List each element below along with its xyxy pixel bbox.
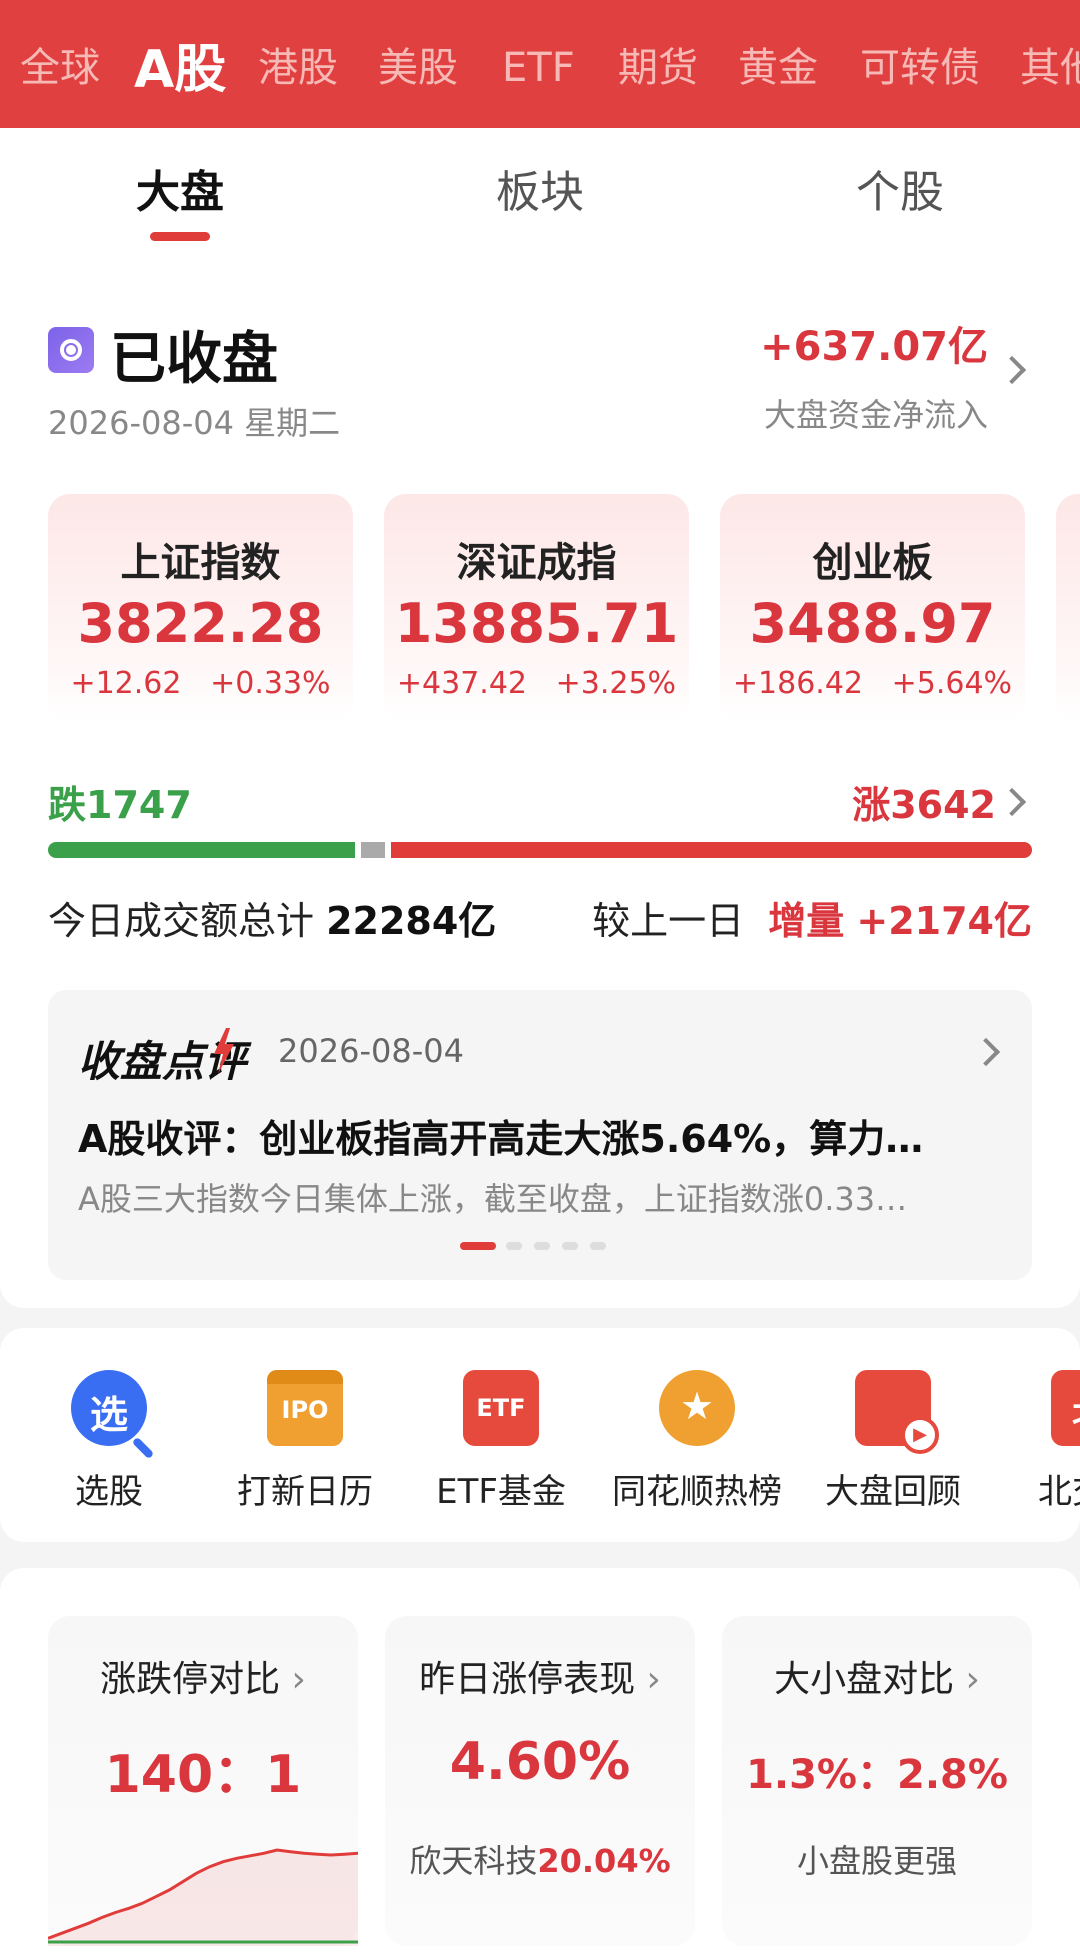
shortcut-market-replay[interactable]: ▶ 大盘回顾 [798,1370,988,1513]
carousel-dot[interactable] [590,1242,606,1250]
index-card-shanghai[interactable]: 上证指数 3822.28 +12.62 +0.33% [48,494,353,724]
advance-decline-bar [48,842,1032,858]
stat-value: 4.60% [449,1732,631,1792]
index-name: 上证指数 [120,540,281,586]
shortcut-bse[interactable]: 北 北交所 [994,1370,1080,1513]
index-value: 3488.97 [749,592,996,655]
market-status-title: 已收盘 [110,327,278,392]
index-name: 深证成指 [456,540,617,586]
shortcut-label: 同花顺热榜 [612,1472,782,1512]
limit-up-chart [48,1848,358,1946]
index-value: 3822.28 [77,592,324,655]
search-stock-icon: 选 [71,1370,155,1460]
stat-title: 大小盘对比 › [774,1659,980,1700]
advance-segment [391,842,1032,858]
review-summary: A股三大指数今日集体上涨，截至收盘，上证指数涨0.33… [78,1180,908,1218]
index-change: +437.42 +3.25% [396,666,677,701]
tab-convertible-bond[interactable]: 可转债 [860,0,980,128]
turnover-compare: 较上一日 增量 +2174亿 [592,899,1032,943]
shortcut-ipo-calendar[interactable]: IPO 打新日历 [210,1370,400,1513]
medal-icon: ★ [659,1370,735,1446]
stat-title: 涨跌停对比 › [100,1659,306,1700]
chevron-right-icon[interactable] [971,1037,1001,1067]
large-small-cap-compare[interactable]: 大小盘对比 › 1.3%：2.8% 小盘股更强 [722,1616,1032,1946]
net-inflow-label: 大盘资金净流入 [763,396,988,434]
shortcut-etf-fund[interactable]: ETF ETF基金 [406,1370,596,1513]
index-card-shenzhen[interactable]: 深证成指 13885.71 +437.42 +3.25% [384,494,689,724]
net-inflow-value[interactable]: +637.07亿 [760,314,988,372]
shortcut-label: 打新日历 [237,1472,373,1512]
stat-value: 140：1 [104,1745,302,1805]
carousel-dot[interactable] [534,1242,550,1250]
closing-review-card[interactable]: 收盘点评 2026-08-04 A股收评：创业板指高开高走大涨5.64%，算力…… [48,990,1032,1280]
advancers-count[interactable]: 涨3642 [852,774,996,829]
market-date: 2026-08-04 星期二 [48,404,341,442]
shortcut-label: ETF基金 [436,1472,566,1512]
tab-sector[interactable]: 板块 [440,156,640,220]
chevron-right-icon[interactable] [997,787,1027,817]
review-headline[interactable]: A股收评：创业板指高开高走大涨5.64%，算力… [78,1108,998,1163]
carousel-dot[interactable] [562,1242,578,1250]
market-closed-icon [48,327,94,373]
stat-subtitle: 小盘股更强 [796,1842,957,1880]
tab-market[interactable]: 大盘 [80,156,280,220]
index-card-chinext[interactable]: 创业板 3488.97 +186.42 +5.64% [720,494,1025,724]
etf-icon: ETF [463,1370,539,1446]
tab-etf[interactable]: ETF [502,0,575,128]
carousel-dot[interactable] [460,1242,496,1250]
tab-gold[interactable]: 黄金 [738,0,818,128]
market-stats-card: 涨跌停对比 › 140：1 昨日涨停表现 › 4.60% 欣天科技20.04% … [0,1568,1080,1953]
limit-up-down-compare[interactable]: 涨跌停对比 › 140：1 [48,1616,358,1946]
active-tab-indicator [150,232,210,241]
review-date: 2026-08-04 [278,1032,464,1070]
flat-segment [361,842,385,858]
shortcut-stock-picker[interactable]: 选 选股 [14,1370,204,1513]
shortcut-label: 大盘回顾 [825,1472,961,1512]
bse-icon: 北 [1051,1370,1080,1446]
yesterday-limit-up-performance[interactable]: 昨日涨停表现 › 4.60% 欣天科技20.04% [385,1616,695,1946]
decline-segment [48,842,355,858]
shortcut-label: 北交所 [1038,1472,1080,1512]
turnover-total: 今日成交额总计 22284亿 [48,899,497,943]
index-change: +186.42 +5.64% [732,666,1013,701]
decliners-count: 跌1747 [48,783,192,827]
tab-a-share[interactable]: A股 [134,0,226,128]
tab-us-stock[interactable]: 美股 [378,0,458,128]
index-card-next-partial[interactable] [1056,494,1080,724]
index-name: 创业板 [812,540,933,586]
tab-stocks[interactable]: 个股 [800,156,1000,220]
carousel-dot[interactable] [506,1242,522,1250]
limit-up-area [48,1850,358,1946]
lightning-icon [214,1028,234,1074]
ipo-calendar-icon: IPO [267,1370,343,1446]
stat-subtitle: 欣天科技20.04% [409,1842,671,1880]
tab-hk-stock[interactable]: 港股 [258,0,338,128]
index-change: +12.62 +0.33% [70,666,331,701]
index-value: 13885.71 [394,592,679,655]
tab-other[interactable]: 其他 [1020,0,1080,128]
replay-icon: ▶ [855,1370,939,1454]
shortcut-hot-list[interactable]: ★ 同花顺热榜 [602,1370,792,1513]
tab-global[interactable]: 全球 [20,0,100,128]
market-overview-card: 大盘 板块 个股 已收盘 2026-08-04 星期二 +637.07亿 大盘资… [0,128,1080,1308]
stat-value: 1.3%：2.8% [746,1752,1008,1798]
shortcut-grid: 选 选股 IPO 打新日历 ETF ETF基金 ★ 同花顺热榜 ▶ 大盘回顾 北… [0,1328,1080,1542]
stat-title: 昨日涨停表现 › [419,1659,661,1700]
tab-futures[interactable]: 期货 [618,0,698,128]
chevron-right-icon[interactable] [997,355,1027,385]
market-tab-bar: 全球 A股 港股 美股 ETF 期货 黄金 可转债 其他 [0,0,1080,128]
shortcut-label: 选股 [75,1472,143,1512]
